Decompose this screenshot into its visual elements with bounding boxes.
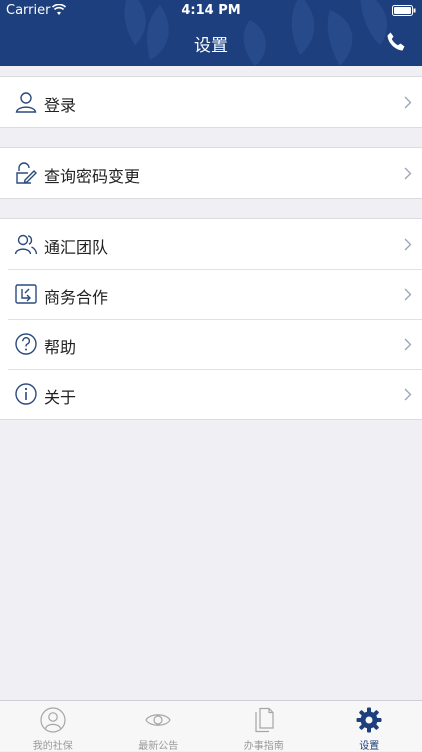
about-row[interactable]: 关于 bbox=[0, 369, 422, 419]
password-change-row[interactable]: 查询密码变更 bbox=[0, 148, 422, 198]
chevron-right-icon bbox=[404, 288, 412, 301]
eye-icon bbox=[145, 707, 171, 733]
chevron-right-icon bbox=[404, 238, 412, 251]
password-change-label: 查询密码变更 bbox=[44, 163, 140, 187]
user-icon bbox=[14, 90, 38, 114]
tab-settings[interactable]: 设置 bbox=[317, 701, 422, 751]
team-icon bbox=[14, 232, 38, 256]
team-row[interactable]: 通汇团队 bbox=[0, 219, 422, 269]
help-icon bbox=[14, 332, 38, 356]
nav-header: Carrier 4:14 PM 设置 bbox=[0, 0, 422, 66]
status-bar: Carrier 4:14 PM bbox=[0, 0, 422, 22]
phone-icon[interactable] bbox=[384, 30, 408, 54]
status-time: 4:14 PM bbox=[0, 3, 422, 18]
chevron-right-icon bbox=[404, 167, 412, 180]
chevron-right-icon bbox=[404, 338, 412, 351]
cooperation-row[interactable]: 商务合作 bbox=[0, 269, 422, 319]
battery-icon bbox=[392, 5, 416, 16]
info-icon bbox=[14, 382, 38, 406]
password-group: 查询密码变更 bbox=[0, 147, 422, 199]
help-row[interactable]: 帮助 bbox=[0, 319, 422, 369]
profile-icon bbox=[40, 707, 66, 733]
page-title: 设置 bbox=[0, 31, 422, 56]
about-label: 关于 bbox=[44, 384, 76, 408]
tab-service-guide[interactable]: 办事指南 bbox=[211, 701, 317, 751]
document-icon bbox=[251, 707, 277, 733]
chevron-right-icon bbox=[404, 96, 412, 109]
cooperation-icon bbox=[14, 282, 38, 306]
tab-my-social-security[interactable]: 我的社保 bbox=[0, 701, 106, 751]
chevron-right-icon bbox=[404, 388, 412, 401]
login-group: 登录 bbox=[0, 76, 422, 128]
cooperation-label: 商务合作 bbox=[44, 284, 108, 308]
edit-password-icon bbox=[14, 161, 38, 185]
info-group: 通汇团队 商务合作 帮助 关于 bbox=[0, 218, 422, 420]
login-label: 登录 bbox=[44, 92, 76, 116]
help-label: 帮助 bbox=[44, 334, 76, 358]
tab-latest-announcements[interactable]: 最新公告 bbox=[106, 701, 212, 751]
tab-bar: 我的社保 最新公告 办事指南 bbox=[0, 700, 422, 751]
team-label: 通汇团队 bbox=[44, 234, 108, 258]
gear-icon bbox=[356, 707, 382, 733]
login-row[interactable]: 登录 bbox=[0, 77, 422, 127]
